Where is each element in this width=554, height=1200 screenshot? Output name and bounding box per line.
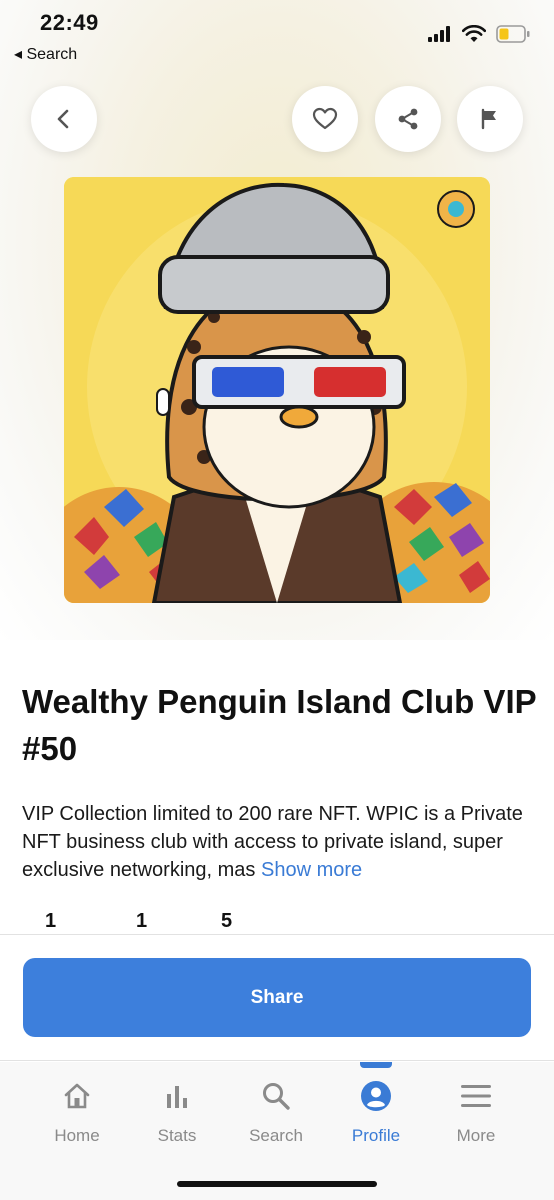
share-icon (398, 108, 418, 130)
favorite-button[interactable] (292, 86, 358, 152)
search-icon (263, 1083, 290, 1110)
tab-bar: Home Stats Search Profile More (0, 1062, 554, 1200)
nft-description: VIP Collection limited to 200 rare NFT. … (22, 800, 537, 884)
content-divider (0, 934, 554, 935)
chevron-left-icon (57, 109, 69, 129)
tab-more-label: More (456, 1126, 496, 1145)
nft-title: Wealthy Penguin Island Club VIP #50 (22, 683, 537, 767)
stat-value-2: 1 (136, 910, 148, 932)
status-time: 22:49 (40, 10, 99, 35)
tabbar-divider (0, 1060, 554, 1061)
tab-profile-label: Profile (351, 1126, 401, 1145)
tab-more[interactable]: More (426, 1080, 526, 1146)
home-icon (64, 1083, 90, 1109)
status-bar: 22:49 ◂ Search (0, 0, 554, 70)
tab-stats-label: Stats (157, 1126, 197, 1145)
bar-chart-icon (167, 1086, 187, 1108)
stat-value-3: 5 (221, 910, 233, 932)
tab-home[interactable]: Home (27, 1080, 127, 1146)
home-indicator (177, 1181, 377, 1187)
tab-home-label: Home (54, 1126, 100, 1145)
tab-search[interactable]: Search (226, 1080, 326, 1146)
back-to-search-link[interactable]: ◂ Search (14, 44, 77, 64)
status-icons (428, 24, 530, 44)
tab-stats[interactable]: Stats (127, 1080, 227, 1146)
report-button[interactable] (457, 86, 523, 152)
battery-icon (496, 25, 530, 43)
signal-icon (428, 26, 450, 42)
menu-icon (461, 1085, 491, 1107)
back-button[interactable] (31, 86, 97, 152)
flag-icon (481, 108, 496, 130)
share-icon-button[interactable] (375, 86, 441, 152)
stat-value-1: 1 (45, 910, 57, 932)
show-more-link[interactable]: Show more (261, 859, 362, 881)
wifi-icon (462, 25, 486, 42)
active-tab-indicator (360, 1062, 392, 1068)
tab-profile[interactable]: Profile (326, 1080, 426, 1146)
profile-icon (361, 1081, 391, 1111)
tab-search-label: Search (249, 1126, 303, 1145)
nft-artwork (64, 177, 490, 603)
heart-icon (312, 107, 338, 130)
share-button[interactable]: Share (23, 958, 531, 1037)
